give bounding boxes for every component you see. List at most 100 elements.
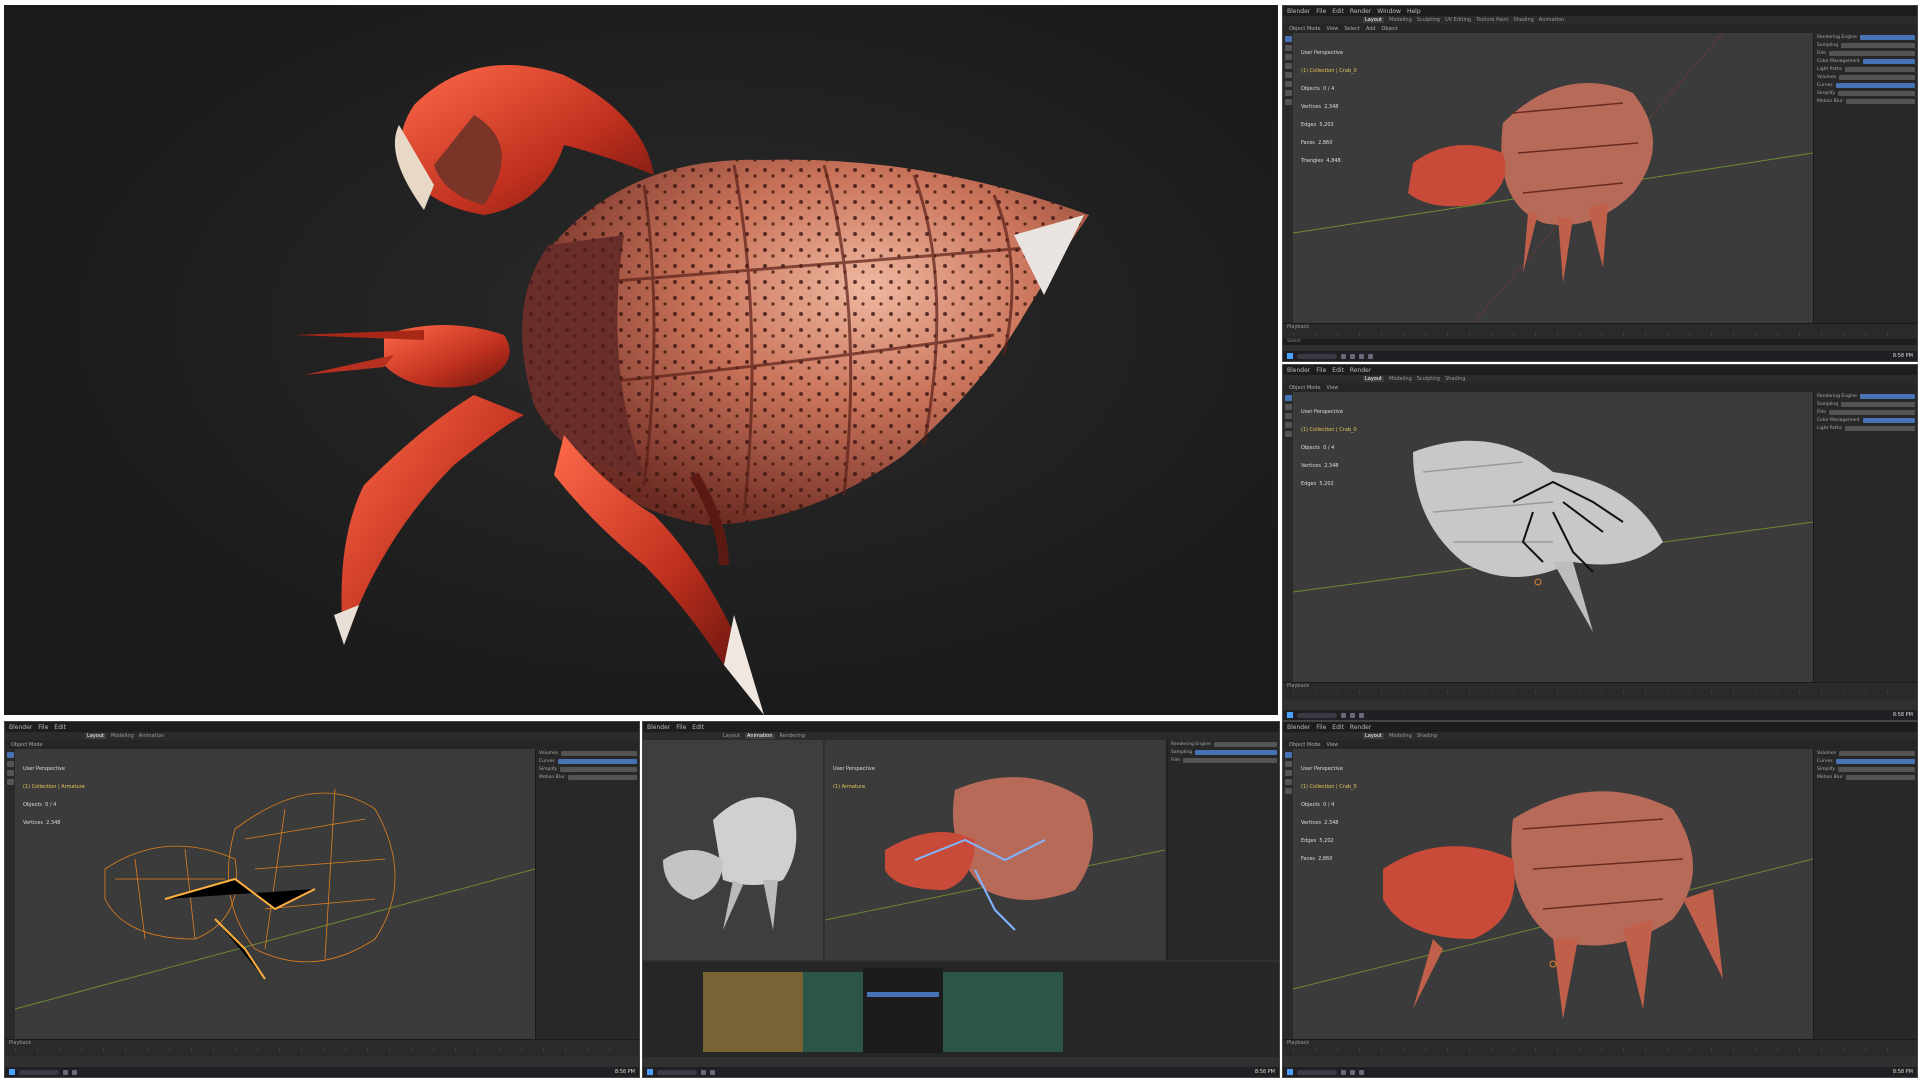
prop-row[interactable]: Sampling — [1171, 749, 1277, 756]
move-tool-icon[interactable] — [1284, 770, 1292, 776]
playback-menu[interactable]: Playback — [1287, 324, 1309, 330]
timeline[interactable]: Playback — [1283, 1039, 1917, 1056]
prop-row[interactable]: Curves — [539, 758, 637, 765]
prop-row[interactable]: Simplify — [539, 766, 637, 773]
tab-shading[interactable]: Shading — [1417, 733, 1437, 739]
cursor-tool-icon[interactable] — [1284, 404, 1292, 410]
tab-animation[interactable]: Animation — [745, 733, 775, 739]
camera-view[interactable] — [643, 740, 823, 960]
tab-layout[interactable]: Layout — [1363, 376, 1384, 382]
tab-shading[interactable]: Shading — [1445, 376, 1465, 382]
rotate-tool-icon[interactable] — [1284, 63, 1292, 69]
menu-help[interactable]: Help — [1407, 8, 1421, 15]
playback-menu[interactable]: Playback — [1287, 683, 1309, 689]
prop-row[interactable]: Curves — [1817, 82, 1915, 89]
app-icon[interactable] — [1350, 712, 1355, 718]
timeline[interactable]: Playback — [1283, 682, 1917, 699]
menu-file[interactable]: File — [1316, 724, 1326, 731]
tab-animation[interactable]: Animation — [139, 733, 165, 739]
select-tool-icon[interactable] — [6, 752, 14, 758]
prop-row[interactable]: Motion Blur — [1817, 98, 1915, 105]
windows-start-icon[interactable] — [1287, 712, 1293, 718]
tab-texture-paint[interactable]: Texture Paint — [1476, 17, 1508, 23]
menu-edit[interactable]: Edit — [1332, 367, 1344, 374]
measure-tool-icon[interactable] — [1284, 99, 1292, 105]
app-icon[interactable] — [701, 1069, 706, 1075]
prop-row[interactable]: Motion Blur — [539, 774, 637, 781]
annotate-tool-icon[interactable] — [1284, 90, 1292, 96]
tab-modeling[interactable]: Modeling — [1389, 733, 1412, 739]
rotate-tool-icon[interactable] — [6, 779, 14, 785]
playback-menu[interactable]: Playback — [9, 1040, 31, 1046]
windows-start-icon[interactable] — [1287, 353, 1293, 359]
3d-viewport[interactable] — [1292, 392, 1814, 682]
app-icon[interactable] — [1341, 712, 1346, 718]
view-menu[interactable]: View — [1327, 26, 1339, 32]
prop-row[interactable]: Volumes — [1817, 750, 1915, 757]
app-icon[interactable] — [1359, 712, 1364, 718]
app-icon[interactable] — [710, 1069, 715, 1075]
prop-row[interactable]: Film — [1171, 757, 1277, 764]
3d-viewport[interactable] — [824, 740, 1166, 960]
timeline-ruler[interactable] — [15, 1048, 629, 1052]
timeline-ruler[interactable] — [1293, 1048, 1907, 1052]
menu-file[interactable]: File — [1316, 8, 1326, 15]
prop-row[interactable]: Rendering Engine — [1171, 741, 1277, 748]
menu-file[interactable]: File — [676, 724, 686, 731]
move-tool-icon[interactable] — [1284, 54, 1292, 60]
menu-render[interactable]: Render — [1350, 8, 1371, 15]
taskbar-search[interactable] — [657, 1069, 697, 1075]
prop-row[interactable]: Simplify — [1817, 766, 1915, 773]
select-tool-icon[interactable] — [1284, 395, 1292, 401]
menu-edit[interactable]: Edit — [1332, 724, 1344, 731]
app-icon[interactable] — [72, 1069, 77, 1075]
prop-row[interactable]: Color Management — [1817, 58, 1915, 65]
mode-dropdown[interactable]: Object Mode — [1289, 742, 1321, 748]
menu-render[interactable]: Render — [1350, 367, 1371, 374]
prop-row[interactable]: Rendering Engine — [1817, 34, 1915, 41]
app-icon[interactable] — [1341, 1069, 1346, 1075]
prop-row[interactable]: Light Paths — [1817, 66, 1915, 73]
prop-row[interactable]: Simplify — [1817, 90, 1915, 97]
timeline-ruler[interactable] — [1293, 332, 1907, 336]
3d-viewport[interactable] — [14, 749, 536, 1039]
tab-sculpting[interactable]: Sculpting — [1417, 376, 1440, 382]
scale-tool-icon[interactable] — [1284, 72, 1292, 78]
app-icon[interactable] — [1359, 353, 1364, 359]
menu-render[interactable]: Render — [1350, 724, 1371, 731]
tab-sculpting[interactable]: Sculpting — [1417, 17, 1440, 23]
tab-animation[interactable]: Animation — [1539, 17, 1565, 23]
prop-row[interactable]: Film — [1817, 50, 1915, 57]
tab-layout[interactable]: Layout — [1363, 733, 1384, 739]
rotate-tool-icon[interactable] — [1284, 422, 1292, 428]
cursor-tool-icon[interactable] — [1284, 45, 1292, 51]
cursor-tool-icon[interactable] — [1284, 761, 1292, 767]
select-tool-icon[interactable] — [1284, 36, 1292, 42]
tab-layout[interactable]: Layout — [1363, 17, 1384, 23]
tab-modeling[interactable]: Modeling — [1389, 376, 1412, 382]
cursor-tool-icon[interactable] — [6, 761, 14, 767]
windows-start-icon[interactable] — [1287, 1069, 1293, 1075]
tab-layout[interactable]: Layout — [85, 733, 106, 739]
prop-row[interactable]: Curves — [1817, 758, 1915, 765]
tab-rendering[interactable]: Rendering — [780, 733, 806, 739]
add-menu[interactable]: Add — [1366, 26, 1376, 32]
prop-row[interactable]: Sampling — [1817, 42, 1915, 49]
tab-modeling[interactable]: Modeling — [111, 733, 134, 739]
scale-tool-icon[interactable] — [1284, 788, 1292, 794]
timeline[interactable]: Playback — [1283, 323, 1917, 340]
windows-start-icon[interactable] — [9, 1069, 15, 1075]
dope-sheet[interactable] — [643, 962, 1279, 1057]
prop-row[interactable]: Sampling — [1817, 401, 1915, 408]
taskbar-search[interactable] — [1297, 712, 1337, 718]
move-tool-icon[interactable] — [1284, 413, 1292, 419]
menu-window[interactable]: Window — [1377, 8, 1401, 15]
3d-viewport[interactable] — [1292, 32, 1814, 324]
mode-dropdown[interactable]: Object Mode — [1289, 385, 1321, 391]
menu-file[interactable]: File — [38, 724, 48, 731]
menu-edit[interactable]: Edit — [54, 724, 66, 731]
move-tool-icon[interactable] — [6, 770, 14, 776]
tab-layout[interactable]: Layout — [723, 733, 740, 739]
menu-file[interactable]: File — [1316, 367, 1326, 374]
tab-shading[interactable]: Shading — [1513, 17, 1533, 23]
